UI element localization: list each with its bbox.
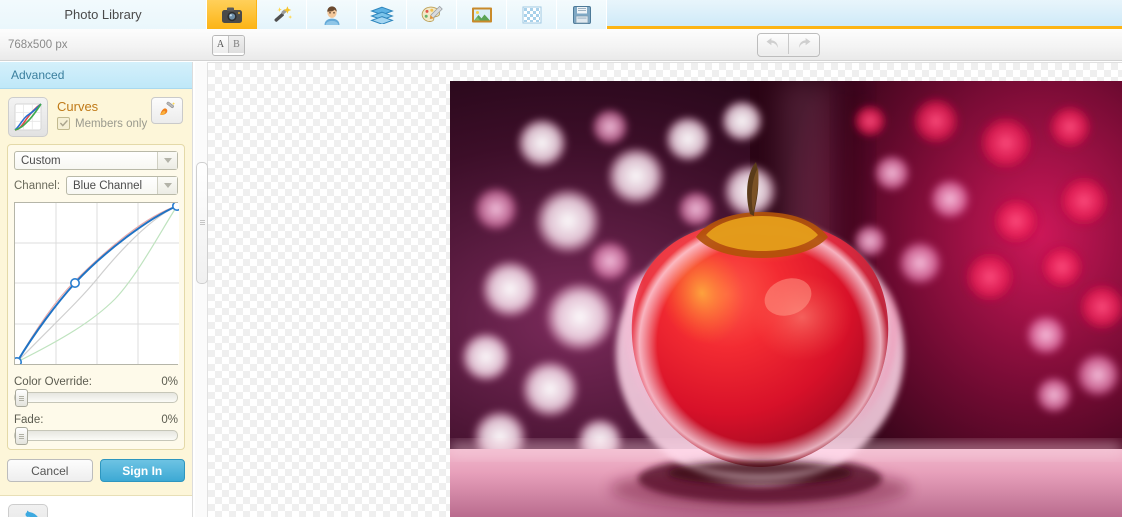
layers-icon	[370, 6, 394, 24]
clone-stamp-icon	[8, 504, 48, 517]
curves-header: Curves Members only	[0, 95, 192, 141]
fade-value: 0%	[161, 414, 178, 426]
tab-camera[interactable]	[207, 0, 257, 29]
preset-dropdown[interactable]: Custom	[14, 151, 178, 170]
checkerboard-icon	[522, 6, 542, 24]
color-override-slider-block: Color Override: 0%	[14, 376, 178, 403]
portrait-icon	[322, 5, 342, 25]
tab-save[interactable]	[557, 0, 607, 29]
tab-photo-library-label: Photo Library	[64, 7, 141, 22]
magic-wand-icon	[271, 5, 293, 25]
compare-b-button[interactable]: B	[228, 36, 244, 53]
fade-row: Fade: 0%	[14, 414, 178, 426]
image-dimensions-label: 768x500 px	[8, 39, 67, 51]
panel-scrollbar-thumb[interactable]	[196, 162, 208, 284]
redo-arrow-icon	[796, 37, 812, 52]
section-header-label: Advanced	[11, 68, 64, 82]
tab-photo-library[interactable]: Photo Library	[0, 0, 207, 29]
clone-tool-label: Clone Tool	[57, 504, 118, 517]
floppy-disk-icon	[572, 5, 592, 25]
color-override-slider-thumb[interactable]	[15, 389, 28, 407]
sign-in-button[interactable]: Sign In	[100, 459, 186, 482]
color-override-slider[interactable]	[14, 392, 178, 403]
curve-editor-graph[interactable]	[14, 202, 178, 365]
members-only-checkbox[interactable]	[57, 117, 70, 130]
chevron-down-icon	[157, 177, 177, 194]
curves-title-block: Curves Members only	[57, 97, 147, 130]
secondary-toolbar: 768x500 px A B	[0, 29, 1122, 61]
clone-tool-item[interactable]: Clone Tool	[0, 496, 192, 517]
fade-slider[interactable]	[14, 430, 178, 441]
photo-artwork	[450, 81, 1122, 517]
members-only-label: Members only	[75, 118, 147, 130]
compare-ab-toggle: A B	[212, 35, 245, 56]
brush-wand-icon	[158, 101, 176, 120]
curves-graph-icon	[8, 97, 48, 137]
members-only-row[interactable]: Members only	[57, 117, 147, 130]
channel-dropdown-value: Blue Channel	[73, 180, 142, 192]
fade-slider-block: Fade: 0%	[14, 414, 178, 441]
tool-tabs	[207, 0, 607, 29]
fade-label: Fade:	[14, 414, 43, 426]
tab-paint-palette[interactable]	[407, 0, 457, 29]
color-override-value: 0%	[161, 376, 178, 388]
tab-portrait[interactable]	[307, 0, 357, 29]
image-canvas[interactable]	[208, 62, 1122, 517]
fade-slider-thumb[interactable]	[15, 427, 28, 445]
tab-layers[interactable]	[357, 0, 407, 29]
redo-button[interactable]	[788, 34, 819, 54]
picture-frame-icon	[471, 6, 493, 24]
camera-icon	[221, 6, 243, 24]
tab-picture-frame[interactable]	[457, 0, 507, 29]
preset-dropdown-value: Custom	[21, 155, 61, 167]
image-dimensions: 768x500 px	[8, 29, 67, 61]
panel-scrollbar[interactable]	[195, 62, 208, 517]
photo-preview	[450, 81, 1122, 517]
undo-button[interactable]	[758, 34, 788, 54]
curves-panel: Curves Members only	[0, 89, 192, 496]
brush-wand-button[interactable]	[151, 97, 183, 124]
curves-controls: Custom Channel: Blue Channel	[7, 144, 185, 450]
compare-a-button[interactable]: A	[213, 36, 228, 53]
channel-label: Channel:	[14, 180, 66, 192]
top-tab-bar: Photo Library	[0, 0, 1122, 29]
channel-row: Channel: Blue Channel	[14, 176, 178, 195]
cancel-button[interactable]: Cancel	[7, 459, 93, 482]
section-header-advanced[interactable]: Advanced	[0, 62, 192, 89]
channel-dropdown[interactable]: Blue Channel	[66, 176, 178, 195]
paint-palette-icon	[420, 5, 444, 25]
tab-magic-wand[interactable]	[257, 0, 307, 29]
undo-arrow-icon	[765, 37, 781, 52]
curve-editor-svg	[15, 203, 179, 364]
undo-redo-group	[757, 33, 820, 57]
curves-action-buttons: Cancel Sign In	[0, 450, 192, 487]
photo-editor-app: Photo Library	[0, 0, 1122, 517]
chevron-down-icon	[157, 152, 177, 169]
color-override-label: Color Override:	[14, 376, 92, 388]
color-override-row: Color Override: 0%	[14, 376, 178, 388]
tab-texture[interactable]	[507, 0, 557, 29]
left-tool-panel: Advanced Curve	[0, 62, 193, 517]
curves-title: Curves	[57, 99, 147, 114]
